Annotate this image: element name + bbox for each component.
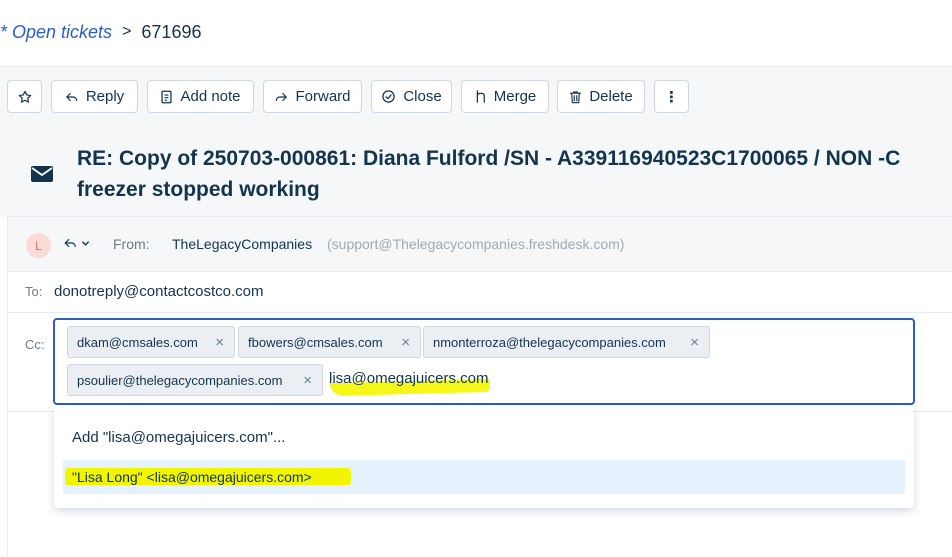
contact-suggestion-label: "Lisa Long" <lisa@omegajuicers.com> xyxy=(72,469,312,485)
close-ticket-button[interactable]: Close xyxy=(371,80,452,113)
add-note-button-label: Add note xyxy=(180,88,241,105)
add-note-button[interactable]: Add note xyxy=(147,80,254,113)
from-email: (support@Thelegacycompanies.freshdesk.co… xyxy=(327,236,625,252)
cc-chip-email: psoulier@thelegacycompanies.com xyxy=(77,372,283,388)
merge-button[interactable]: Merge xyxy=(461,80,549,113)
ticket-subject-line-1: RE: Copy of 250703-000861: Diana Fulford… xyxy=(77,147,901,170)
close-icon[interactable]: × xyxy=(303,372,312,389)
delete-button-label: Delete xyxy=(589,88,633,105)
close-icon[interactable]: × xyxy=(401,334,410,351)
forward-button[interactable]: Forward xyxy=(263,80,362,113)
cc-chip-email: dkam@cmsales.com xyxy=(77,334,198,350)
cc-chip: dkam@cmsales.com × xyxy=(67,326,235,358)
ticket-subject: RE: Copy of 250703-000861: Diana Fulford… xyxy=(77,143,952,205)
reply-icon xyxy=(64,238,76,248)
from-name[interactable]: TheLegacyCompanies xyxy=(172,236,312,252)
to-field[interactable]: donotreply@contactcostco.com xyxy=(54,283,264,300)
star-button[interactable] xyxy=(7,80,42,113)
ticket-subject-line-2: freezer stopped working xyxy=(77,178,320,201)
cc-chip: fbowers@cmsales.com × xyxy=(238,326,421,358)
cc-chip: psoulier@thelegacycompanies.com × xyxy=(67,364,323,396)
reply-icon xyxy=(65,92,78,101)
more-vertical-icon: ⋮ xyxy=(664,88,679,106)
close-icon[interactable]: × xyxy=(690,334,699,351)
star-icon xyxy=(18,90,31,103)
reply-type-dropdown[interactable] xyxy=(63,236,90,250)
delete-button[interactable]: Delete xyxy=(557,80,645,113)
from-label: From: xyxy=(113,236,150,252)
reply-button-label: Reply xyxy=(85,88,125,105)
breadcrumb-open-tickets-link[interactable]: * Open tickets xyxy=(0,22,112,43)
from-row: L From: TheLegacyCompanies (support@Thel… xyxy=(8,217,952,272)
reply-button[interactable]: Reply xyxy=(51,80,138,113)
breadcrumb-separator: > xyxy=(122,23,132,40)
merge-icon xyxy=(476,90,485,103)
breadcrumb-ticket-id: 671696 xyxy=(141,21,202,42)
trash-icon xyxy=(570,90,582,103)
contact-suggestion-option[interactable]: "Lisa Long" <lisa@omegajuicers.com> xyxy=(63,460,905,494)
to-label: To: xyxy=(25,284,43,299)
forward-icon xyxy=(276,92,288,101)
envelope-icon xyxy=(31,166,53,182)
more-actions-button[interactable]: ⋮ xyxy=(654,80,689,113)
avatar: L xyxy=(26,233,51,258)
add-email-option[interactable]: Add "lisa@omegajuicers.com"... xyxy=(72,429,285,446)
cc-label: Cc: xyxy=(25,337,45,352)
close-ticket-button-label: Close xyxy=(403,88,442,105)
cc-chip-email: nmonterroza@thelegacycompanies.com xyxy=(433,334,666,350)
forward-button-label: Forward xyxy=(295,88,351,105)
check-circle-icon xyxy=(382,90,396,103)
note-icon xyxy=(161,90,173,103)
cc-chip: nmonterroza@thelegacycompanies.com × xyxy=(423,326,710,358)
ticket-header: RE: Copy of 250703-000861: Diana Fulford… xyxy=(0,127,952,217)
merge-button-label: Merge xyxy=(493,88,537,105)
to-row: To: donotreply@contactcostco.com xyxy=(8,272,952,313)
cc-chip-email: fbowers@cmsales.com xyxy=(248,334,383,350)
close-icon[interactable]: × xyxy=(215,334,224,351)
cc-typed-text[interactable]: lisa@omegajuicers.com xyxy=(329,370,488,387)
cc-suggestions-dropdown: Add "lisa@omegajuicers.com"... "Lisa Lon… xyxy=(54,405,914,508)
breadcrumb: * Open tickets > 671696 xyxy=(0,18,201,46)
chevron-down-icon xyxy=(82,240,89,246)
ticket-toolbar: Reply Add note Forward Close Merge Delet… xyxy=(0,66,952,128)
